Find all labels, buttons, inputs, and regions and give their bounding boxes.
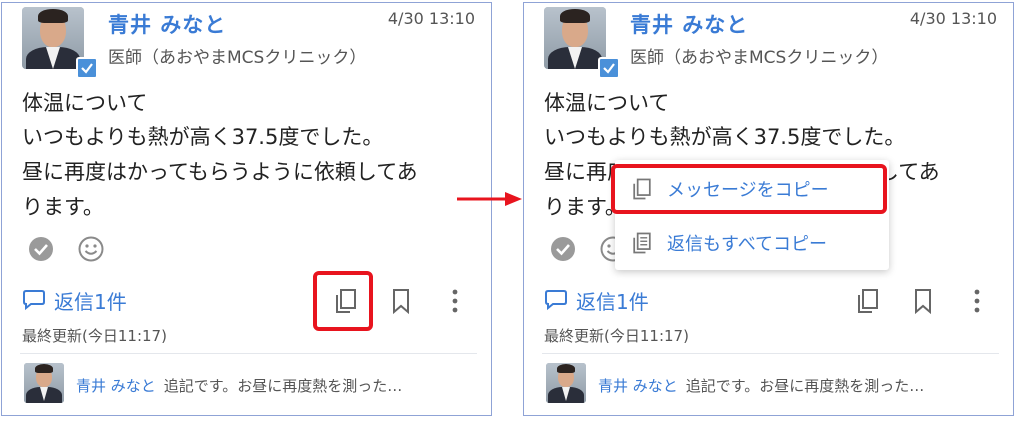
author-name[interactable]: 青井 みなと <box>108 9 226 39</box>
author-avatar[interactable] <box>544 7 606 69</box>
more-vertical-icon[interactable] <box>962 286 992 316</box>
post-timestamp: 4/30 13:10 <box>387 9 475 28</box>
reply-author-name: 青井 みなと <box>598 377 678 395</box>
reply-preview-text: 追記です。お昼に再度熱を測った… <box>163 377 403 395</box>
author-avatar[interactable] <box>22 7 84 69</box>
author-role: 医師（あおやまMCSクリニック） <box>630 48 889 68</box>
author-role: 医師（あおやまMCSクリニック） <box>108 48 367 68</box>
latest-reply-preview[interactable]: 青井 みなと 追記です。お昼に再度熱を測った… <box>76 375 402 396</box>
copy-message-highlight <box>611 164 887 214</box>
post-card-before: 青井 みなと 医師（あおやまMCSクリニック） 4/30 13:10 体温につい… <box>1 2 492 416</box>
bookmark-icon[interactable] <box>386 286 416 316</box>
verified-badge-icon <box>76 57 98 79</box>
post-body-line: 体温について <box>544 91 670 115</box>
reply-count-label: 返信1件 <box>54 289 127 314</box>
post-timestamp: 4/30 13:10 <box>909 9 997 28</box>
transition-arrow-icon <box>457 192 522 206</box>
reply-author-avatar[interactable] <box>24 363 64 403</box>
post-body-line: ります。 <box>22 195 104 219</box>
latest-reply-preview[interactable]: 青井 みなと 追記です。お昼に再度熱を測った… <box>598 375 924 396</box>
more-vertical-icon[interactable] <box>440 286 470 316</box>
bookmark-icon[interactable] <box>908 286 938 316</box>
post-body-line: いつもよりも熱が高く37.5度でした。 <box>22 125 384 149</box>
speech-bubble-icon <box>23 290 45 311</box>
smiley-reaction-icon[interactable] <box>77 235 105 263</box>
reply-preview-text: 追記です。お昼に再度熱を測った… <box>685 377 925 395</box>
last-updated-label: 最終更新(今日11:17) <box>544 327 689 345</box>
reply-author-avatar[interactable] <box>546 363 586 403</box>
post-body-line: いつもよりも熱が高く37.5度でした。 <box>544 125 906 149</box>
reply-author-name: 青井 みなと <box>76 377 156 395</box>
divider <box>20 353 477 354</box>
verified-badge-icon <box>598 57 620 79</box>
reply-count-link[interactable]: 返信1件 <box>544 286 649 314</box>
copy-all-icon <box>633 232 651 254</box>
divider <box>542 353 999 354</box>
copy-icon[interactable] <box>853 286 883 316</box>
check-reaction-icon[interactable] <box>27 235 55 263</box>
check-reaction-icon[interactable] <box>549 235 577 263</box>
speech-bubble-icon <box>545 290 567 311</box>
copy-all-replies-label: 返信もすべてコピー <box>667 234 828 255</box>
copy-all-replies-menu-item[interactable]: 返信もすべてコピー <box>615 218 889 268</box>
post-body-line: 体温について <box>22 91 148 115</box>
last-updated-label: 最終更新(今日11:17) <box>22 327 167 345</box>
copy-button-highlight <box>313 271 373 331</box>
post-body-line: 昼に再度はかってもらうように依頼してあ <box>22 160 418 184</box>
reply-count-label: 返信1件 <box>576 289 649 314</box>
author-name[interactable]: 青井 みなと <box>630 9 748 39</box>
reply-count-link[interactable]: 返信1件 <box>22 286 127 314</box>
